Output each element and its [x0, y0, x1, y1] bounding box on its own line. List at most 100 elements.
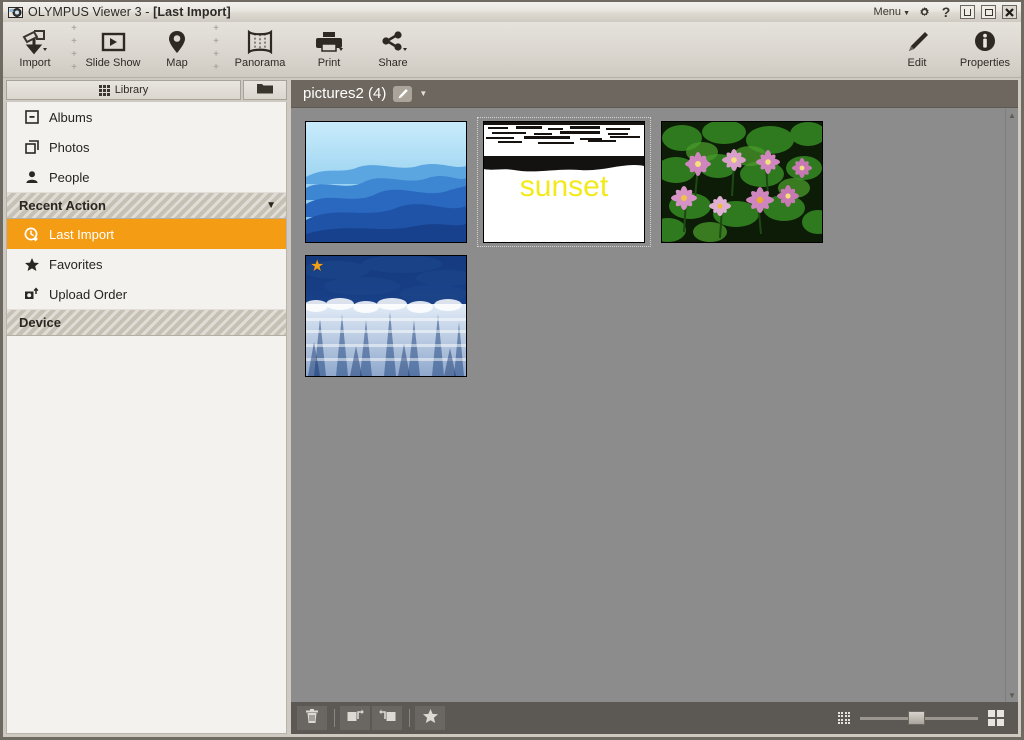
menu-button[interactable]: Menu ▼	[874, 6, 910, 18]
minimize-button[interactable]	[960, 5, 975, 19]
sidebar-item-last-import[interactable]: Last Import	[7, 219, 286, 249]
sidebar-item-photos[interactable]: Photos	[7, 132, 286, 162]
title-bar-controls: Menu ▼ ?	[874, 2, 1021, 22]
separator-mark: +	[213, 23, 219, 34]
thumbnail-winter-forest-photo[interactable]: ★	[297, 249, 475, 383]
toolbar-divider	[409, 709, 410, 727]
title-separator: -	[145, 5, 150, 19]
library-tab-bar: Library	[6, 80, 287, 100]
thumbnail-grid: sunset ★	[291, 109, 1005, 702]
separator-mark: +	[213, 49, 219, 60]
sidebar: Library Albums Photos People Recent Acti…	[6, 80, 287, 734]
maximize-button[interactable]	[981, 5, 996, 19]
grid-9-icon	[98, 84, 110, 96]
main-toolbar: Import + + + + Slide Show Map + + + + Pa…	[3, 22, 1021, 78]
thumbnail-image: sunset	[483, 121, 645, 243]
thumbnail-image	[305, 121, 467, 243]
scroll-down-arrow-icon[interactable]: ▼	[1008, 691, 1016, 700]
share-label: Share	[378, 57, 408, 69]
pencil-edit-icon[interactable]	[393, 85, 413, 102]
import-label: Import	[19, 57, 51, 69]
trash-icon	[305, 708, 319, 729]
thumbnail-size-slider[interactable]	[860, 711, 978, 725]
thumbnail-water-lilies-photo[interactable]	[653, 115, 831, 249]
photos-stack-icon	[23, 140, 40, 154]
sidebar-item-upload-order[interactable]: Upload Order	[7, 279, 286, 309]
title-bar: OLYMPUS Viewer 3 - [Last Import] Menu ▼ …	[3, 2, 1021, 22]
rotate-right-icon	[378, 708, 396, 728]
edit-label: Edit	[907, 57, 927, 69]
separator-mark: +	[213, 62, 219, 73]
sidebar-header-label: Device	[19, 315, 61, 330]
info-circle-icon	[970, 27, 1000, 57]
toolbar-right-group: Edit Properties	[885, 22, 1021, 78]
app-title: OLYMPUS Viewer 3	[28, 5, 142, 19]
sidebar-item-label: People	[49, 169, 90, 185]
thumbnail-image: ★	[305, 255, 467, 377]
favorite-star-badge: ★	[310, 258, 325, 275]
view-size-controls	[837, 710, 1013, 726]
panorama-button[interactable]: Panorama	[223, 22, 297, 78]
window-title: OLYMPUS Viewer 3 - [Last Import]	[28, 5, 231, 19]
application-window: OLYMPUS Viewer 3 - [Last Import] Menu ▼ …	[0, 0, 1024, 740]
properties-button[interactable]: Properties	[949, 22, 1021, 78]
content-header: pictures2 (4) ▼	[291, 80, 1018, 108]
sidebar-item-label: Photos	[49, 139, 90, 155]
content-area: pictures2 (4) ▼ sunset ★ ▲ ▼	[291, 80, 1018, 734]
chevron-down-icon[interactable]: ▼	[419, 89, 427, 98]
slide-show-button[interactable]: Slide Show	[81, 22, 145, 78]
map-pin-icon	[162, 27, 192, 57]
separator-mark: +	[213, 36, 219, 47]
print-button[interactable]: Print	[297, 22, 361, 78]
properties-label: Properties	[959, 57, 1011, 69]
separator-mark: +	[71, 49, 77, 60]
sidebar-item-label: Last Import	[49, 226, 115, 242]
gear-icon[interactable]	[916, 4, 932, 20]
slider-knob[interactable]	[908, 711, 925, 725]
map-button[interactable]: Map	[145, 22, 209, 78]
rotate-left-button[interactable]	[340, 706, 370, 730]
close-button[interactable]	[1002, 5, 1017, 19]
bottom-toolbar	[291, 702, 1018, 734]
grid-small-icon[interactable]	[837, 711, 850, 725]
library-tab[interactable]: Library	[6, 80, 241, 100]
scroll-up-arrow-icon[interactable]: ▲	[1008, 111, 1016, 120]
delete-button[interactable]	[297, 706, 327, 730]
share-button[interactable]: Share	[361, 22, 425, 78]
help-question-icon[interactable]: ?	[938, 4, 954, 20]
folder-icon	[257, 81, 273, 99]
thumbnail-image	[661, 121, 823, 243]
upload-camera-icon	[23, 287, 40, 301]
folder-button[interactable]	[243, 80, 287, 100]
favorite-button[interactable]	[415, 706, 445, 730]
separator-mark: +	[71, 23, 77, 34]
vertical-scrollbar[interactable]: ▲ ▼	[1005, 109, 1018, 702]
edit-button[interactable]: Edit	[885, 22, 949, 78]
rotate-right-button[interactable]	[372, 706, 402, 730]
toolbar-divider	[334, 709, 335, 727]
sidebar-header-device[interactable]: Device	[7, 309, 286, 336]
sidebar-item-albums[interactable]: Albums	[7, 102, 286, 132]
sidebar-header-label: Recent Action	[19, 198, 106, 213]
map-label: Map	[166, 57, 188, 69]
sidebar-item-label: Upload Order	[49, 286, 128, 302]
separator-mark: +	[71, 62, 77, 73]
camera-lens-icon	[8, 5, 23, 20]
sidebar-item-people[interactable]: People	[7, 162, 286, 192]
sidebar-item-favorites[interactable]: Favorites	[7, 249, 286, 279]
panorama-icon	[243, 27, 277, 57]
album-icon	[23, 110, 40, 124]
sidebar-header-recent-action[interactable]: Recent Action ▼	[7, 192, 286, 219]
sunset-caption-text: sunset	[520, 170, 609, 203]
thumbnail-blue-mountain-ridges-photo[interactable]	[297, 115, 475, 249]
printer-icon	[313, 27, 345, 57]
share-node-icon	[377, 27, 409, 57]
import-button[interactable]: Import	[3, 22, 67, 78]
menu-label: Menu	[873, 6, 902, 18]
sidebar-item-label: Albums	[49, 109, 93, 125]
panorama-label: Panorama	[234, 57, 286, 69]
chevron-down-icon: ▼	[266, 200, 276, 211]
grid-large-icon[interactable]	[988, 710, 1004, 726]
star-icon	[23, 257, 40, 272]
thumbnail-sunset-text-photo[interactable]: sunset	[475, 115, 653, 249]
